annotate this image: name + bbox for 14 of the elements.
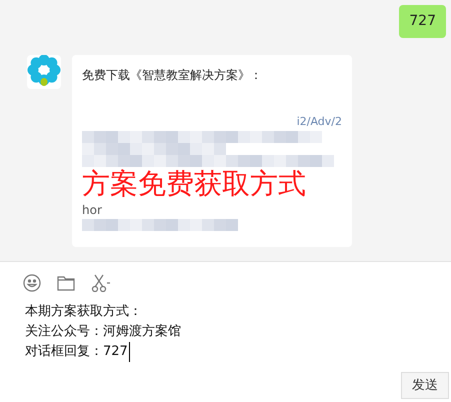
flower-logo-icon — [27, 55, 61, 89]
input-line: 关注公众号：河姆渡方案馆 — [25, 323, 181, 341]
overlay-caption: 方案免费获取方式 — [82, 166, 307, 200]
input-line: 本期方案获取方式： — [25, 303, 142, 321]
input-line: 对话框回复：727 — [25, 342, 130, 362]
message-input[interactable]: 本期方案获取方式： 关注公众号：河姆渡方案馆 对话框回复：727 — [0, 292, 451, 362]
text-fragment: hor — [82, 202, 103, 218]
link-fragment: i2/Adv/2 — [296, 114, 342, 130]
scissors-icon[interactable] — [91, 274, 111, 292]
message-bubble: 727 — [399, 5, 446, 38]
folder-icon[interactable] — [57, 275, 75, 291]
message-title: 免费下载《智慧教室解决方案》： — [82, 67, 263, 84]
send-button[interactable]: 发送 — [401, 372, 449, 399]
emoji-icon[interactable] — [23, 274, 41, 292]
